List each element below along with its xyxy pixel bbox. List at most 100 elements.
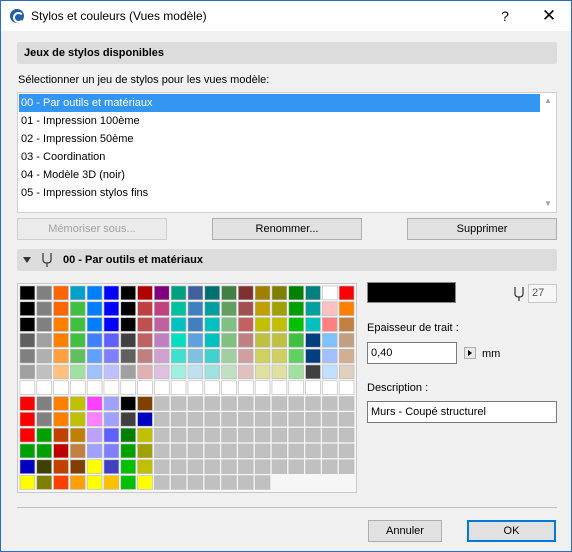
pen-color-cell[interactable]	[86, 285, 103, 301]
pen-color-cell[interactable]	[187, 475, 204, 490]
penset-item[interactable]: 03 - Coordination	[19, 148, 542, 166]
pen-color-cell[interactable]	[238, 285, 254, 301]
pen-color-cell[interactable]	[19, 443, 36, 459]
pen-color-cell[interactable]	[53, 412, 69, 427]
pen-color-cell[interactable]	[137, 443, 153, 459]
pen-color-cell[interactable]	[271, 301, 288, 316]
pen-color-cell[interactable]	[322, 301, 338, 316]
pen-color-cell[interactable]	[137, 427, 153, 443]
pen-color-cell[interactable]	[305, 475, 321, 490]
pen-color-cell[interactable]	[120, 317, 136, 332]
pen-color-cell[interactable]	[120, 412, 136, 427]
pen-color-cell[interactable]	[103, 348, 120, 364]
pen-color-cell[interactable]	[338, 427, 355, 443]
pen-color-cell[interactable]	[305, 412, 321, 427]
pen-color-cell[interactable]	[238, 459, 254, 474]
pen-color-cell[interactable]	[288, 317, 304, 332]
pen-color-cell[interactable]	[221, 348, 237, 364]
pen-color-cell[interactable]	[187, 396, 204, 411]
pen-color-cell[interactable]	[271, 459, 288, 474]
pen-color-cell[interactable]	[103, 475, 120, 490]
unit-arrow-icon[interactable]	[464, 347, 476, 359]
pen-color-grid-svg[interactable]	[19, 285, 355, 491]
pen-color-cell[interactable]	[86, 475, 103, 490]
pen-color-cell[interactable]	[19, 285, 36, 301]
pen-color-cell[interactable]	[305, 380, 321, 395]
pen-color-cell[interactable]	[221, 396, 237, 411]
pen-color-cell[interactable]	[204, 301, 220, 316]
pen-color-cell[interactable]	[221, 475, 237, 490]
pen-color-cell[interactable]	[238, 301, 254, 316]
pen-color-cell[interactable]	[254, 443, 271, 459]
pen-color-cell[interactable]	[288, 301, 304, 316]
pen-color-cell[interactable]	[322, 459, 338, 474]
pen-color-cell[interactable]	[221, 285, 237, 301]
pen-color-cell[interactable]	[305, 364, 321, 380]
pen-color-cell[interactable]	[305, 348, 321, 364]
pen-color-cell[interactable]	[170, 427, 187, 443]
pen-color-cell[interactable]	[338, 443, 355, 459]
pen-color-cell[interactable]	[36, 364, 52, 380]
pen-color-cell[interactable]	[36, 348, 52, 364]
pen-color-cell[interactable]	[322, 317, 338, 332]
pen-color-cell[interactable]	[322, 285, 338, 301]
penset-item[interactable]: 04 - Modèle 3D (noir)	[19, 166, 542, 184]
pen-color-cell[interactable]	[238, 317, 254, 332]
pen-color-cell[interactable]	[53, 459, 69, 474]
pen-color-cell[interactable]	[154, 443, 170, 459]
pen-color-cell[interactable]	[170, 364, 187, 380]
pen-color-cell[interactable]	[338, 333, 355, 348]
pen-color-cell[interactable]	[170, 301, 187, 316]
pen-color-cell[interactable]	[170, 412, 187, 427]
pen-color-cell[interactable]	[36, 333, 52, 348]
pen-color-cell[interactable]	[137, 459, 153, 474]
pen-color-cell[interactable]	[238, 348, 254, 364]
pen-color-cell[interactable]	[271, 333, 288, 348]
pen-color-cell[interactable]	[137, 396, 153, 411]
pen-color-cell[interactable]	[288, 285, 304, 301]
pen-color-cell[interactable]	[137, 364, 153, 380]
pen-color-cell[interactable]	[170, 396, 187, 411]
pen-color-cell[interactable]	[70, 380, 86, 395]
pen-color-preview[interactable]	[367, 282, 456, 303]
delete-button[interactable]: Supprimer	[407, 218, 557, 240]
pen-color-cell[interactable]	[19, 396, 36, 411]
pen-color-cell[interactable]	[238, 475, 254, 490]
penset-list[interactable]: 00 - Par outils et matériaux 01 - Impres…	[17, 92, 557, 213]
pen-color-cell[interactable]	[322, 380, 338, 395]
penset-item[interactable]: 05 - Impression stylos fins	[19, 184, 542, 202]
pen-color-cell[interactable]	[204, 427, 220, 443]
pen-color-cell[interactable]	[70, 443, 86, 459]
pen-color-cell[interactable]	[103, 396, 120, 411]
pen-color-cell[interactable]	[19, 333, 36, 348]
pen-color-cell[interactable]	[103, 412, 120, 427]
pen-color-cell[interactable]	[204, 333, 220, 348]
pen-color-cell[interactable]	[53, 380, 69, 395]
pen-color-cell[interactable]	[36, 412, 52, 427]
help-button[interactable]: ?	[483, 1, 527, 31]
pen-color-cell[interactable]	[254, 333, 271, 348]
pen-color-cell[interactable]	[170, 459, 187, 474]
pen-color-cell[interactable]	[70, 333, 86, 348]
pen-color-cell[interactable]	[238, 333, 254, 348]
pen-color-cell[interactable]	[288, 364, 304, 380]
pen-color-cell[interactable]	[154, 396, 170, 411]
pen-color-cell[interactable]	[322, 396, 338, 411]
pen-color-cell[interactable]	[70, 475, 86, 490]
pen-color-cell[interactable]	[53, 475, 69, 490]
pen-color-cell[interactable]	[187, 412, 204, 427]
pen-color-cell[interactable]	[288, 348, 304, 364]
pen-color-cell[interactable]	[103, 427, 120, 443]
pen-color-cell[interactable]	[305, 301, 321, 316]
pen-color-cell[interactable]	[70, 412, 86, 427]
pen-color-cell[interactable]	[204, 459, 220, 474]
memorize-as-button[interactable]: Mémoriser sous...	[17, 218, 167, 240]
pen-color-cell[interactable]	[19, 364, 36, 380]
pen-section-header[interactable]: 00 - Par outils et matériaux	[17, 249, 557, 271]
pen-color-cell[interactable]	[338, 364, 355, 380]
pen-color-cell[interactable]	[19, 475, 36, 490]
pen-color-cell[interactable]	[103, 380, 120, 395]
pen-color-cell[interactable]	[120, 348, 136, 364]
pen-color-cell[interactable]	[53, 333, 69, 348]
pen-color-cell[interactable]	[154, 348, 170, 364]
